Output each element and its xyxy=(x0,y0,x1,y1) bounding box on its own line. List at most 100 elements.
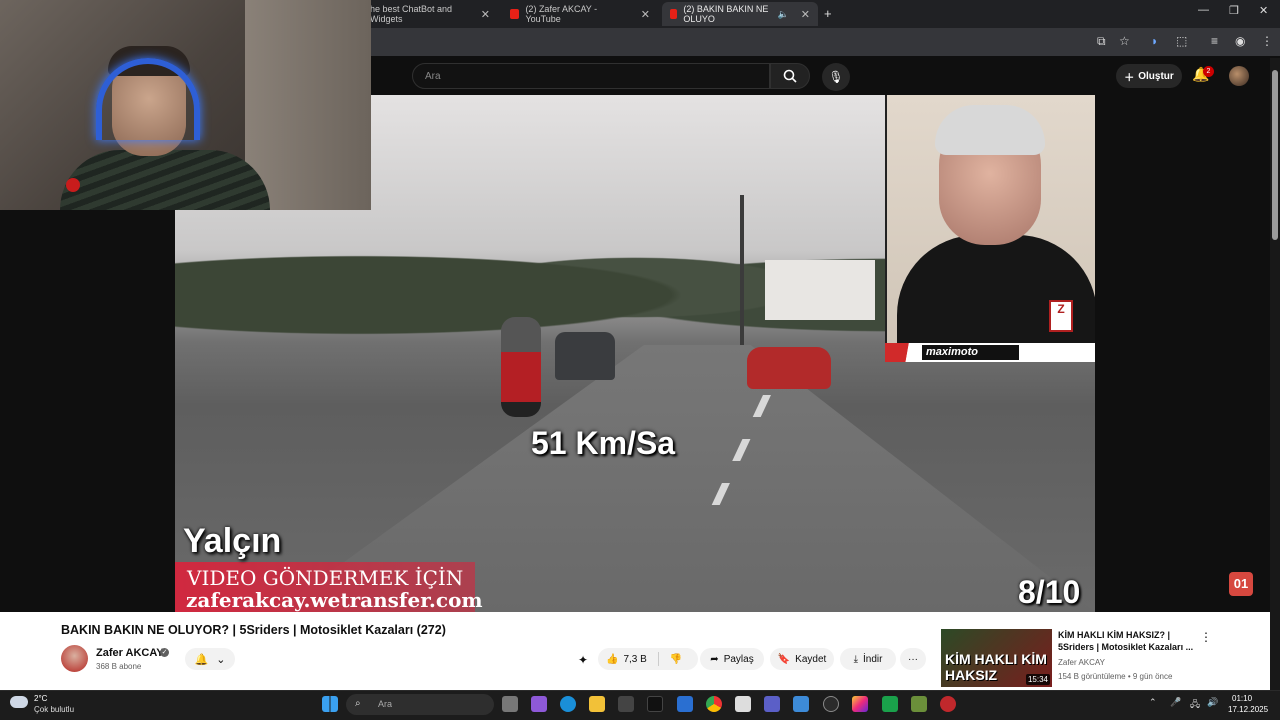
restore-icon[interactable]: ❐ xyxy=(1229,4,1239,17)
close-icon[interactable]: ✕ xyxy=(481,8,490,21)
close-window-icon[interactable]: ✕ xyxy=(1259,4,1268,17)
more-options-icon[interactable]: ⋮ xyxy=(1200,630,1212,644)
tab-chatbot[interactable]: he best ChatBot and Widgets ✕ xyxy=(362,2,498,26)
recommended-channel[interactable]: Zafer AKCAY xyxy=(1058,658,1105,667)
save-label: Kaydet xyxy=(795,653,827,665)
download-icon: ⤓ xyxy=(853,653,858,665)
webcam-body xyxy=(60,150,270,210)
mic-tray-icon[interactable]: 🎤 xyxy=(1170,697,1181,708)
create-label: Oluştur xyxy=(1138,70,1174,82)
more-actions-button[interactable]: ··· xyxy=(900,648,926,670)
download-label: İndir xyxy=(862,653,883,665)
new-tab-button[interactable]: + xyxy=(824,6,832,21)
browser-menu-icon[interactable]: ⋮ xyxy=(1261,34,1273,48)
task-view-icon[interactable] xyxy=(502,696,518,712)
search-icon xyxy=(783,69,797,83)
sponsor-mark xyxy=(885,343,921,362)
like-icon[interactable]: 👍 xyxy=(606,654,618,665)
file-explorer-icon[interactable] xyxy=(589,696,605,712)
store-icon[interactable] xyxy=(618,696,634,712)
youtube-icon xyxy=(670,9,678,19)
speed-overlay: 51 Km/Sa xyxy=(531,425,676,461)
video-scene-car xyxy=(555,332,615,380)
chrome-icon[interactable] xyxy=(706,696,722,712)
banner-line-1: VIDEO GÖNDERMEK İÇİN xyxy=(187,566,464,590)
tab-label: (2) Zafer AKCAY - YouTube xyxy=(525,4,598,24)
profile-icon[interactable]: ◉ xyxy=(1235,34,1245,48)
tray-chevron-icon[interactable]: ⌃ xyxy=(1149,697,1157,708)
subscription-bell-button[interactable]: 🔔 ⌄ xyxy=(185,648,235,670)
tiktok-icon[interactable] xyxy=(647,696,663,712)
like-count[interactable]: 7,3 B xyxy=(623,654,646,665)
download-button[interactable]: ⤓ İndir xyxy=(840,648,896,670)
recommended-thumbnail[interactable]: KİM HAKLI KİM HAKSIZ 15:34 xyxy=(941,629,1052,687)
weather-temperature[interactable]: 2°C xyxy=(34,694,47,703)
search-input[interactable]: Ara xyxy=(412,63,770,89)
search-button[interactable] xyxy=(770,63,810,89)
video-title: BAKIN BAKIN NE OLUYOR? | 5Sriders | Moto… xyxy=(61,623,446,637)
microphone-icon: 🎙 xyxy=(828,70,844,84)
presenter-hair xyxy=(935,105,1045,155)
minecraft-icon[interactable] xyxy=(911,696,927,712)
voice-search-button[interactable]: 🎙 xyxy=(822,63,850,91)
clock-date[interactable]: 17.12.2025 xyxy=(1228,705,1268,714)
network-icon[interactable]: 🖧 xyxy=(1190,697,1200,713)
close-icon[interactable]: ✕ xyxy=(641,8,650,21)
ai-summary-icon[interactable]: ✦ xyxy=(578,653,588,667)
bookmark-star-icon[interactable]: ☆ xyxy=(1119,34,1130,48)
channel-name[interactable]: Zafer AKCAY xyxy=(96,647,164,659)
volume-icon[interactable]: 🔊 xyxy=(1207,697,1218,708)
create-button[interactable]: ＋ Oluştur xyxy=(1116,64,1182,88)
extension-icon[interactable]: ◗ xyxy=(1151,34,1158,48)
save-button[interactable]: 🔖 Kaydet xyxy=(770,648,834,670)
search-icon: ⌕ xyxy=(355,698,361,709)
youtube-icon xyxy=(510,9,520,19)
weather-description[interactable]: Çok bulutlu xyxy=(34,705,74,714)
dislike-icon[interactable]: 👎 xyxy=(670,654,682,665)
share-button[interactable]: ➦ Paylaş xyxy=(700,648,764,670)
recommended-meta: 154 B görüntüleme • 9 gün önce xyxy=(1058,672,1173,681)
tab-label: (2) BAKIN BAKIN NE OLUYO xyxy=(683,4,769,24)
close-icon[interactable]: ✕ xyxy=(801,8,810,21)
account-avatar[interactable] xyxy=(1229,66,1249,86)
tab-youtube-channel[interactable]: (2) Zafer AKCAY - YouTube ✕ xyxy=(502,2,658,26)
channel-watermark: 01 xyxy=(1229,572,1253,596)
screenshot-icon[interactable] xyxy=(793,696,809,712)
edge-icon[interactable] xyxy=(560,696,576,712)
scrollbar-thumb[interactable] xyxy=(1272,70,1278,240)
clock-time[interactable]: 01:10 xyxy=(1232,694,1252,703)
subscriber-count: 368 B abone xyxy=(96,662,142,671)
windows-start-icon[interactable] xyxy=(322,696,338,712)
whatsapp-icon[interactable] xyxy=(882,696,898,712)
tab-current-video[interactable]: (2) BAKIN BAKIN NE OLUYO 🔈 ✕ xyxy=(662,2,818,26)
presenter-shirt xyxy=(897,235,1095,360)
cloud-icon[interactable] xyxy=(10,696,28,708)
extensions-puzzle-icon[interactable]: ⬚ xyxy=(1176,34,1187,48)
recommended-title[interactable]: KİM HAKLI KİM HAKSIZ? | 5Sriders | Motos… xyxy=(1058,629,1198,653)
submitter-name: Yalçın xyxy=(183,522,282,560)
presenter-inset: Z xyxy=(885,95,1095,360)
minimize-icon[interactable]: — xyxy=(1198,4,1209,16)
media-control-icon[interactable]: ≡ xyxy=(1211,34,1218,48)
channel-avatar[interactable] xyxy=(61,645,88,672)
share-icon: ➦ xyxy=(710,653,719,665)
windows-taskbar xyxy=(0,690,1280,720)
copilot-icon[interactable] xyxy=(531,696,547,712)
video-scene-house xyxy=(765,260,875,320)
bookmark-icon: 🔖 xyxy=(777,653,791,665)
notepad-icon[interactable] xyxy=(735,696,751,712)
taskbar-search-input[interactable]: Ara xyxy=(346,694,494,715)
install-icon[interactable]: ⧉ xyxy=(1097,34,1106,49)
streamer-webcam xyxy=(0,0,371,210)
shirt-logo xyxy=(66,178,80,192)
divider xyxy=(657,652,659,666)
instagram-icon[interactable] xyxy=(852,696,868,712)
settings-icon[interactable] xyxy=(823,696,839,712)
obs-icon[interactable] xyxy=(940,696,956,712)
speaker-icon[interactable]: 🔈 xyxy=(778,9,789,20)
notification-badge: 2 xyxy=(1203,66,1214,77)
mail-icon[interactable] xyxy=(677,696,693,712)
plus-icon: ＋ xyxy=(1124,72,1135,84)
teams-icon[interactable] xyxy=(764,696,780,712)
banner-line-2: zaferakcay.wetransfer.com xyxy=(186,588,483,612)
